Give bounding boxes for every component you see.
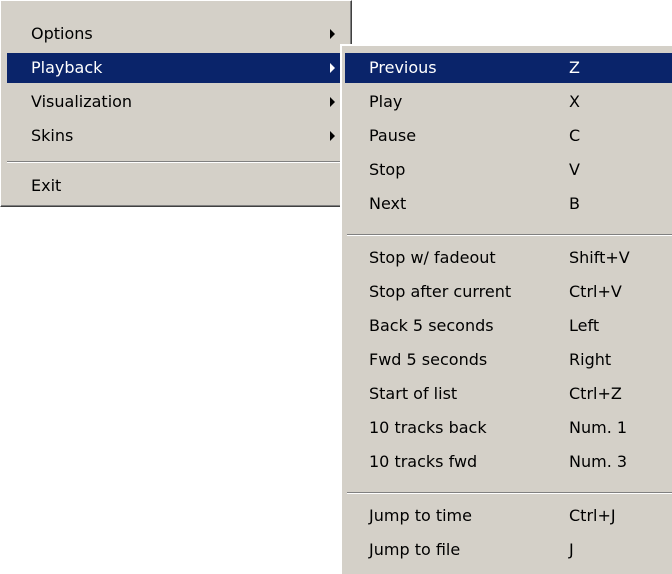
menu-item-label: Pause (369, 126, 417, 145)
menu-item-label: Fwd 5 seconds (369, 350, 488, 369)
menu-item-start-of-list[interactable]: Start of list Ctrl+Z (345, 379, 672, 409)
menu-item-label: Previous (369, 58, 437, 77)
menu-item-shortcut: Num. 3 (569, 452, 628, 471)
menu-item-label: Jump to time (369, 506, 472, 525)
menu-item-label: Next (369, 194, 407, 213)
menu-item-pause[interactable]: Pause C (345, 121, 672, 151)
menu-item-playback[interactable]: Playback (7, 53, 345, 83)
submenu-arrow-icon (330, 63, 335, 73)
menu-item-shortcut: C (569, 126, 581, 145)
main-context-menu: Options Playback Visualization Skins Exi… (0, 0, 352, 207)
menu-item-shortcut: Ctrl+J (569, 506, 616, 525)
menu-separator (347, 492, 672, 494)
menu-item-stop-fadeout[interactable]: Stop w/ fadeout Shift+V (345, 243, 672, 273)
menu-item-back-5-seconds[interactable]: Back 5 seconds Left (345, 311, 672, 341)
playback-submenu: Previous Z Play X Pause C Stop V Next B … (340, 44, 672, 574)
menu-item-label: 10 tracks back (369, 418, 487, 437)
menu-item-shortcut: Ctrl+Z (569, 384, 622, 403)
menu-item-shortcut: Num. 1 (569, 418, 628, 437)
menu-item-shortcut: J (569, 540, 574, 559)
menu-item-play[interactable]: Play X (345, 87, 672, 117)
menu-item-label: Play (369, 92, 403, 111)
menu-item-label: Stop w/ fadeout (369, 248, 496, 267)
menu-item-shortcut: V (569, 160, 580, 179)
submenu-arrow-icon (330, 131, 335, 141)
menu-item-options[interactable]: Options (7, 19, 345, 49)
submenu-arrow-icon (330, 29, 335, 39)
menu-item-shortcut: Shift+V (569, 248, 630, 267)
menu-item-skins[interactable]: Skins (7, 121, 345, 151)
menu-item-next[interactable]: Next B (345, 189, 672, 219)
menu-item-label: 10 tracks fwd (369, 452, 478, 471)
menu-item-label: Jump to file (369, 540, 461, 559)
menu-item-shortcut: Z (569, 58, 580, 77)
menu-item-shortcut: Left (569, 316, 600, 335)
menu-item-shortcut: B (569, 194, 580, 213)
menu-item-label: Stop after current (369, 282, 512, 301)
menu-item-label: Start of list (369, 384, 458, 403)
menu-item-shortcut: X (569, 92, 580, 111)
menu-item-exit[interactable]: Exit (7, 171, 345, 201)
menu-item-fwd-5-seconds[interactable]: Fwd 5 seconds Right (345, 345, 672, 375)
menu-separator (347, 234, 672, 236)
menu-item-shortcut: Ctrl+V (569, 282, 622, 301)
menu-item-skins-label: Skins (31, 126, 74, 145)
menu-item-10-tracks-fwd[interactable]: 10 tracks fwd Num. 3 (345, 447, 672, 477)
menu-item-label: Stop (369, 160, 406, 179)
menu-item-options-label: Options (31, 24, 93, 43)
submenu-arrow-icon (330, 97, 335, 107)
menu-separator (7, 161, 345, 163)
menu-item-visualization[interactable]: Visualization (7, 87, 345, 117)
menu-item-stop-after-current[interactable]: Stop after current Ctrl+V (345, 277, 672, 307)
menu-item-jump-to-time[interactable]: Jump to time Ctrl+J (345, 501, 672, 531)
menu-item-label: Back 5 seconds (369, 316, 494, 335)
menu-item-10-tracks-back[interactable]: 10 tracks back Num. 1 (345, 413, 672, 443)
menu-item-shortcut: Right (569, 350, 612, 369)
menu-item-visualization-label: Visualization (31, 92, 133, 111)
menu-item-jump-to-file[interactable]: Jump to file J (345, 535, 672, 565)
menu-item-exit-label: Exit (31, 176, 62, 195)
menu-item-stop[interactable]: Stop V (345, 155, 672, 185)
menu-item-previous[interactable]: Previous Z (345, 53, 672, 83)
menu-item-playback-label: Playback (31, 58, 103, 77)
